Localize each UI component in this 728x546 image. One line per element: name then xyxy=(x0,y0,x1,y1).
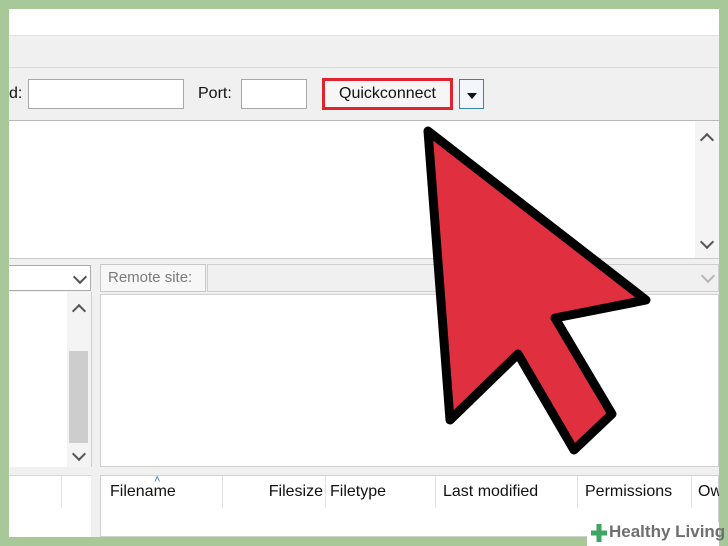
plus-cross-icon xyxy=(591,524,607,542)
pointer-arrow-overlay xyxy=(423,126,651,455)
cursor-arrow-icon xyxy=(423,126,651,455)
watermark: Healthy Living xyxy=(587,520,725,546)
watermark-text: Healthy Living xyxy=(609,522,726,541)
